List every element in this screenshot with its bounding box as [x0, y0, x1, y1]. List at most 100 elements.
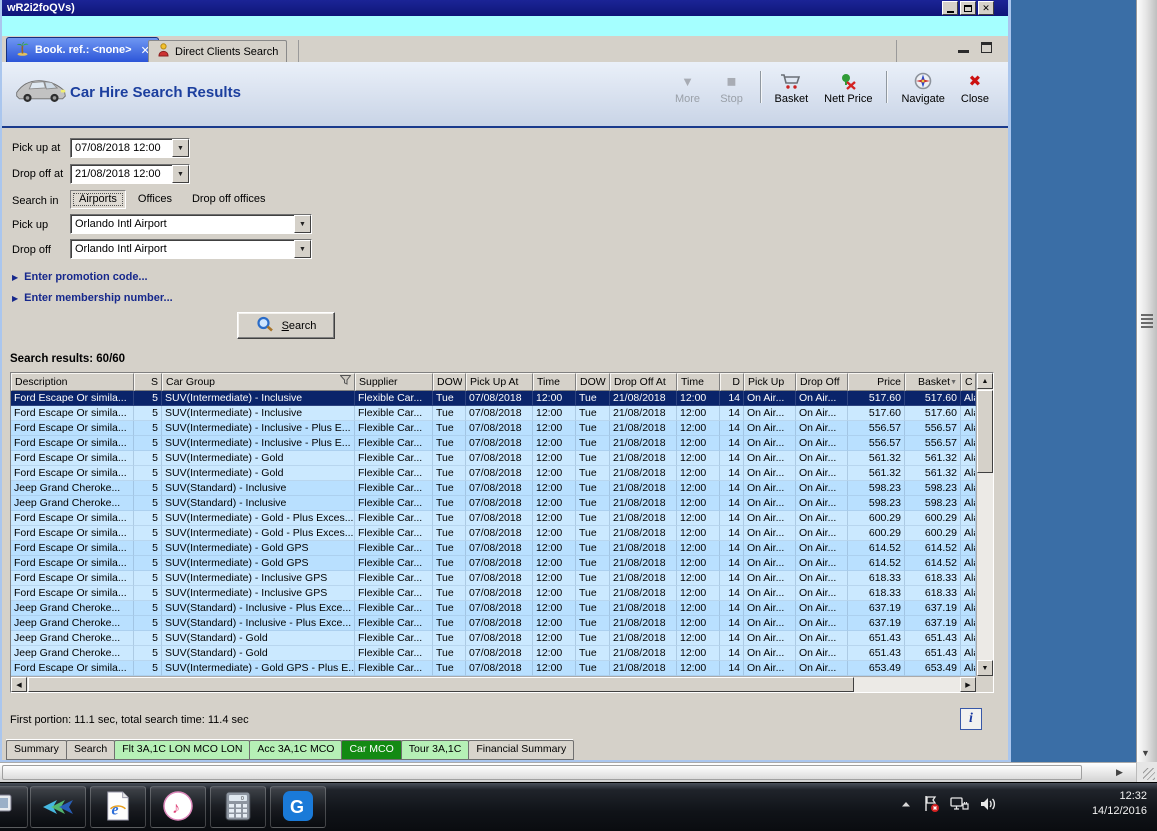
- column-header-time-6[interactable]: Time: [533, 373, 576, 391]
- search-in-drop-off-offices[interactable]: Drop off offices: [184, 191, 274, 208]
- pickup-location-combobox[interactable]: Orlando Intl Airport ▼: [70, 214, 312, 234]
- taskbar-item-travel-app[interactable]: [30, 786, 86, 828]
- column-header-description-0[interactable]: Description: [11, 373, 134, 391]
- search-in-offices[interactable]: Offices: [130, 191, 180, 208]
- dropdown-arrow-icon[interactable]: ▼: [294, 240, 311, 258]
- search-in-airports[interactable]: Airports: [70, 190, 126, 209]
- cell-s: 5: [134, 616, 162, 631]
- table-row[interactable]: Ford Escape Or simila... 5 SUV(Intermediat…: [11, 436, 976, 451]
- nett-price-button[interactable]: Nett Price: [817, 67, 879, 107]
- table-row[interactable]: Ford Escape Or simila... 5 SUV(Intermediat…: [11, 661, 976, 676]
- dropdown-arrow-icon[interactable]: ▼: [172, 139, 189, 157]
- basket-button[interactable]: Basket: [768, 67, 816, 107]
- table-row[interactable]: Ford Escape Or simila... 5 SUV(Intermediat…: [11, 511, 976, 526]
- column-header-pick-up-11[interactable]: Pick Up: [744, 373, 796, 391]
- table-row[interactable]: Jeep Grand Cheroke... 5 SUV(Standard) - Go…: [11, 646, 976, 661]
- column-header-pick-up-at-5[interactable]: Pick Up At: [466, 373, 533, 391]
- dropoff-at-combobox[interactable]: 21/08/2018 12:00 ▼: [70, 164, 190, 184]
- resize-corner[interactable]: [1136, 762, 1157, 782]
- table-row[interactable]: Ford Escape Or simila... 5 SUV(Intermediat…: [11, 571, 976, 586]
- scrollbar-thumb[interactable]: [28, 677, 854, 692]
- column-header-basket-14[interactable]: Basket ▼: [905, 373, 961, 391]
- table-row[interactable]: Jeep Grand Cheroke... 5 SUV(Standard) - In…: [11, 616, 976, 631]
- info-button[interactable]: i: [960, 708, 982, 730]
- taskbar-item-calculator[interactable]: 0: [210, 786, 266, 828]
- taskbar-item-g-app[interactable]: G: [270, 786, 326, 828]
- column-header-drop-off-12[interactable]: Drop Off: [796, 373, 848, 391]
- tab-booking-ref[interactable]: Book. ref.: <none> ✕: [6, 37, 159, 62]
- table-row[interactable]: Jeep Grand Cheroke... 5 SUV(Standard) - In…: [11, 481, 976, 496]
- table-row[interactable]: Ford Escape Or simila... 5 SUV(Intermediat…: [11, 406, 976, 421]
- pane-restore-icon[interactable]: [981, 42, 992, 53]
- bottom-tab-car-mco[interactable]: Car MCO: [341, 740, 402, 760]
- sort-indicator-icon[interactable]: ▼: [950, 374, 957, 390]
- scrollbar-thumb[interactable]: [977, 390, 993, 473]
- column-header-drop-off-at-8[interactable]: Drop Off At: [610, 373, 677, 391]
- action-center-flag-icon[interactable]: [922, 795, 940, 816]
- column-header-supplier-3[interactable]: Supplier: [355, 373, 433, 391]
- window-minimize-button[interactable]: [942, 1, 958, 15]
- table-row[interactable]: Ford Escape Or simila... 5 SUV(Intermediat…: [11, 526, 976, 541]
- close-button[interactable]: ✖ Close: [954, 67, 996, 107]
- table-row[interactable]: Jeep Grand Cheroke... 5 SUV(Standard) - In…: [11, 496, 976, 511]
- promotion-code-expander[interactable]: ▶ Enter promotion code...: [12, 271, 148, 283]
- column-header-dow-7[interactable]: DOW: [576, 373, 610, 391]
- column-header-dow-4[interactable]: DOW: [433, 373, 466, 391]
- table-row[interactable]: Jeep Grand Cheroke... 5 SUV(Standard) - Go…: [11, 631, 976, 646]
- table-row[interactable]: Ford Escape Or simila... 5 SUV(Intermediat…: [11, 391, 976, 406]
- dropdown-arrow-icon[interactable]: ▼: [294, 215, 311, 233]
- show-hidden-icons-button[interactable]: [900, 799, 912, 812]
- table-row[interactable]: Ford Escape Or simila... 5 SUV(Intermediat…: [11, 586, 976, 601]
- scroll-down-icon[interactable]: ▼: [1141, 748, 1150, 758]
- table-row[interactable]: Ford Escape Or simila... 5 SUV(Intermediat…: [11, 556, 976, 571]
- dropoff-location-combobox[interactable]: Orlando Intl Airport ▼: [70, 239, 312, 259]
- taskbar-item-internet-explorer[interactable]: e: [90, 786, 146, 828]
- table-row[interactable]: Jeep Grand Cheroke... 5 SUV(Standard) - In…: [11, 601, 976, 616]
- outer-vertical-scrollbar[interactable]: ▼: [1136, 0, 1157, 762]
- window-titlebar[interactable]: wR2i2foQVs) ✕: [2, 0, 1008, 16]
- column-header-price-13[interactable]: Price: [848, 373, 905, 391]
- tab-direct-clients-search[interactable]: Direct Clients Search: [148, 40, 288, 62]
- table-row[interactable]: Ford Escape Or simila... 5 SUV(Intermediat…: [11, 451, 976, 466]
- scrollbar-grip[interactable]: [1141, 314, 1153, 328]
- taskbar-item-itunes[interactable]: ♪: [150, 786, 206, 828]
- bottom-tab-acc-3a-1c-mco[interactable]: Acc 3A,1C MCO: [249, 740, 343, 760]
- bottom-tab-flt-3a-1c-lon-mco-lon[interactable]: Flt 3A,1C LON MCO LON: [114, 740, 251, 760]
- grid-vertical-scrollbar[interactable]: ▲ ▼: [976, 373, 993, 676]
- network-icon[interactable]: [950, 796, 969, 815]
- table-row[interactable]: Ford Escape Or simila... 5 SUV(Intermediat…: [11, 466, 976, 481]
- taskbar-clock[interactable]: 12:32 14/12/2016: [1092, 789, 1147, 819]
- window-close-button[interactable]: ✕: [978, 1, 994, 15]
- window-maximize-button[interactable]: [960, 1, 976, 15]
- navigate-button[interactable]: Navigate: [894, 67, 951, 107]
- column-header-d-10[interactable]: D: [720, 373, 744, 391]
- pickup-at-combobox[interactable]: 07/08/2018 12:00 ▼: [70, 138, 190, 158]
- scroll-down-icon[interactable]: ▼: [977, 660, 993, 676]
- taskbar-item-vm[interactable]: [0, 786, 28, 828]
- column-header-s-1[interactable]: S: [134, 373, 162, 391]
- outer-horizontal-scrollbar[interactable]: ▶: [0, 762, 1136, 782]
- table-row[interactable]: Ford Escape Or simila... 5 SUV(Intermediat…: [11, 421, 976, 436]
- cell-description: Ford Escape Or simila...: [11, 451, 134, 466]
- membership-number-expander[interactable]: ▶ Enter membership number...: [12, 292, 173, 304]
- pane-minimize-icon[interactable]: [958, 50, 969, 53]
- scroll-right-icon[interactable]: ▶: [960, 677, 976, 692]
- column-header-time-9[interactable]: Time: [677, 373, 720, 391]
- dropdown-arrow-icon[interactable]: ▼: [172, 165, 189, 183]
- scroll-up-icon[interactable]: ▲: [977, 373, 993, 389]
- bottom-tab-tour-3a-1c[interactable]: Tour 3A,1C: [400, 740, 470, 760]
- scroll-left-icon[interactable]: ◀: [11, 677, 27, 692]
- column-header-ca-15[interactable]: Ca: [961, 373, 976, 391]
- grid-horizontal-scrollbar[interactable]: ◀ ▶: [11, 676, 976, 692]
- bottom-tab-search[interactable]: Search: [65, 740, 116, 760]
- search-button[interactable]: Search: [237, 312, 335, 339]
- volume-icon[interactable]: [979, 796, 997, 815]
- bottom-tab-summary[interactable]: Summary: [6, 740, 67, 760]
- scrollbar-thumb[interactable]: [2, 765, 1082, 780]
- table-row[interactable]: Ford Escape Or simila... 5 SUV(Intermediat…: [11, 541, 976, 556]
- scroll-right-icon[interactable]: ▶: [1116, 767, 1123, 778]
- column-header-car-group-2[interactable]: Car Group: [162, 373, 355, 391]
- filter-funnel-icon[interactable]: [339, 374, 352, 390]
- clock-date: 14/12/2016: [1091, 805, 1147, 817]
- bottom-tab-financial-summary[interactable]: Financial Summary: [468, 740, 575, 760]
